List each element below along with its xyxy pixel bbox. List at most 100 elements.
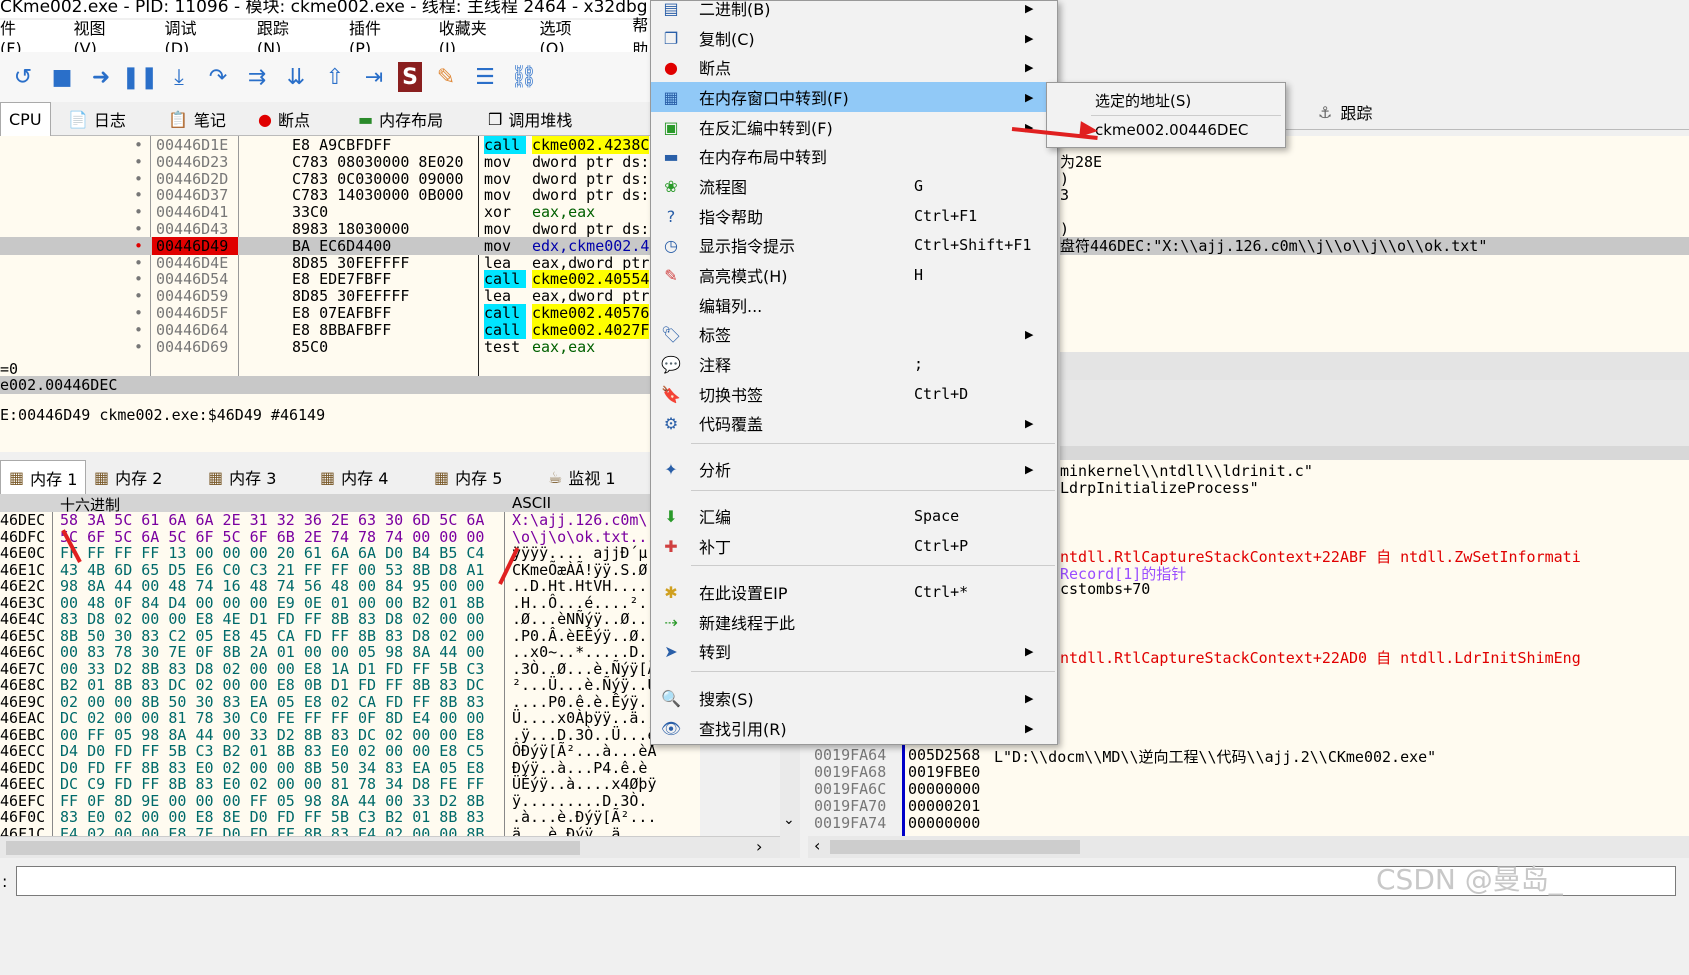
context-menu-item[interactable]: ➤ 转到 ▶ [651, 636, 1057, 666]
dump-hscrollbar[interactable]: › [0, 836, 780, 858]
tab-1[interactable]: 📄 日志 [60, 102, 134, 136]
watermark: CSDN @曼岛_ [1376, 863, 1563, 896]
context-menu-item[interactable]: 💬 注释; [651, 349, 1057, 379]
dump-ascii: CKmeÕæÀÃ!ÿÿ.S.Ø [512, 560, 648, 579]
context-menu-item[interactable]: ⚙ 代码覆盖 ▶ [651, 408, 1057, 438]
references-icon: 👁 [660, 718, 682, 738]
breakpoint-dot[interactable]: • [134, 220, 143, 238]
disasm-row[interactable]: • 00446D41 33C0 xor eax,eax [0, 203, 700, 221]
breakpoint-dot[interactable]: • [134, 203, 143, 221]
breakpoint-dot[interactable]: • [134, 321, 143, 339]
tab-mem-0[interactable]: ▦ 内存 1 [0, 460, 87, 494]
breakpoint-dot[interactable]: • [134, 237, 143, 255]
context-menu-item[interactable]: ❀ 流程图 G [651, 171, 1057, 201]
disassembly-view[interactable]: • 00446D1E E8 A9CBFDFF call ckme002.4238C • 00… [0, 136, 700, 380]
tab-mem-1[interactable]: ▦ 内存 2 [86, 460, 170, 494]
disasm-row[interactable]: • 00446D43 8983 18030000 mov dword ptr ds:[ [0, 220, 700, 238]
context-menu-item[interactable]: 👁 查找引用(R) ▶ [651, 713, 1057, 743]
tab-3[interactable]: ● 断点 [250, 102, 318, 136]
scroll-down-icon[interactable]: ⌄ [783, 812, 795, 828]
context-menu-item[interactable]: 编辑列... [651, 290, 1057, 320]
pause-icon[interactable]: ❚❚ [122, 62, 159, 92]
context-menu-item[interactable]: 🔍 搜索(S) ▶ [651, 683, 1057, 713]
disasm-row[interactable]: • 00446D59 8D85 30FEFFFF lea eax,dword ptr [0, 287, 700, 305]
context-menu-item[interactable]: ⬇ 汇编 Space [651, 501, 1057, 531]
disasm-row[interactable]: • 00446D4E 8D85 30FEFFFF lea eax,dword ptr [0, 254, 700, 272]
disasm-row[interactable]: • 00446D49 BA EC6D4400 mov edx,ckme002.44 [0, 236, 700, 255]
context-menu-item[interactable]: ✎ 高亮模式(H) H [651, 260, 1057, 290]
dump-hex: 5C 6F 5C 6A 5C 6F 5C 6F 6B 2E 74 78 74 0… [60, 527, 485, 546]
context-menu-item[interactable]: ⇢ 新建线程于此 [651, 607, 1057, 637]
breakpoint-dot[interactable]: • [134, 304, 143, 322]
breakpoint-dot[interactable]: • [134, 153, 143, 171]
dump-ascii: .Ø...èNÑýÿ..Ø.. [512, 610, 648, 628]
tab-trace[interactable]: ⚓ 跟踪 [1318, 94, 1372, 130]
call-stack-icon: ❒ [488, 109, 503, 129]
memory-icon: ▦ [208, 467, 224, 487]
context-menu-item[interactable]: ● 断点 ▶ [651, 52, 1057, 82]
stack-hscrollbar[interactable]: ‹ [808, 836, 1689, 858]
context-menu-item[interactable]: ✚ 补丁 Ctrl+P [651, 531, 1057, 561]
tab-mem-4[interactable]: ▦ 内存 5 [426, 460, 510, 494]
trace-into-icon[interactable]: ⇉ [242, 62, 272, 92]
context-menu-item[interactable]: 🔖 切换书签 Ctrl+D [651, 379, 1057, 409]
context-menu-item[interactable]: ▦ 在内存窗口中转到(F) ▶ [651, 82, 1057, 112]
submenu-item[interactable]: 选定的地址(S) [1047, 85, 1285, 115]
context-menu-item[interactable]: ▣ 在反汇编中转到(F) ▶ [651, 112, 1057, 142]
breakpoint-dot[interactable]: • [134, 270, 143, 288]
context-menu-item[interactable]: ❐ 复制(C) ▶ [651, 23, 1057, 53]
patch-icon[interactable]: ✎ [431, 62, 461, 92]
disasm-row[interactable]: • 00446D2D C783 0C030000 09000 mov dword ptr… [0, 170, 700, 188]
execute-till-return-icon[interactable]: ⇧ [320, 62, 350, 92]
disasm-row[interactable]: • 00446D54 E8 EDE7FBFF call ckme002.40554 [0, 270, 700, 289]
submenu-arrow-icon: ▶ [1025, 1, 1034, 15]
breakpoint-dot[interactable]: • [134, 170, 143, 188]
run-to-user-code-icon[interactable]: ⇥ [359, 62, 389, 92]
context-menu-item[interactable]: ▬ 在内存布局中转到 [651, 141, 1057, 171]
context-menu-item[interactable]: 🏷 标签 ▶ [651, 319, 1057, 349]
tab-2[interactable]: 📋 笔记 [160, 102, 234, 136]
tab-4[interactable]: ▬ 内存布局 [350, 102, 451, 136]
tab-mem-5[interactable]: ☕ 监视 1 [540, 460, 624, 494]
trace-over-icon[interactable]: ⇊ [281, 62, 311, 92]
run-icon[interactable]: ➜ [86, 62, 116, 92]
comment-icon[interactable]: ☰ [470, 62, 500, 92]
disasm-row[interactable]: • 00446D5F E8 07EAFBFF call ckme002.40576 [0, 304, 700, 322]
stack-view[interactable]: 0019FA64 005D2568 L"D:\\docm\\MD\\逆向工程\\代码… [808, 744, 1689, 844]
disasm-instruction: call ckme002.40554 [484, 270, 650, 289]
disasm-instruction: mov dword ptr ds:[ [484, 153, 658, 171]
disasm-row[interactable]: • 00446D1E E8 A9CBFDFF call ckme002.4238C [0, 136, 700, 154]
breakpoint-dot[interactable]: • [134, 136, 143, 154]
breakpoint-dot[interactable]: • [134, 338, 143, 356]
memory-goto-icon: ▦ [663, 87, 679, 107]
context-menu-item[interactable]: ? 指令帮助 Ctrl+F1 [651, 201, 1057, 231]
context-menu-label: 复制(C) [699, 30, 755, 49]
context-menu-shortcut: Ctrl+Shift+F1 [914, 236, 1032, 254]
tab-mem-2[interactable]: ▦ 内存 3 [200, 460, 284, 494]
memory-dump[interactable]: 46DEC 58 3A 5C 61 6A 6A 2E 31 32 36 2E 63… [0, 494, 700, 844]
disasm-row[interactable]: • 00446D69 85C0 test eax,eax [0, 338, 700, 356]
context-menu-item[interactable]: ✦ 分析 ▶ [651, 454, 1057, 484]
breakpoint-dot[interactable]: • [134, 186, 143, 204]
tab-mem-3[interactable]: ▦ 内存 4 [312, 460, 396, 494]
scroll-left-icon[interactable]: ‹ [814, 836, 820, 855]
tab-0[interactable]: CPU [0, 102, 51, 136]
step-into-icon[interactable]: ⤓ [164, 62, 194, 92]
link-icon[interactable]: ⛓ [509, 62, 539, 92]
disasm-row[interactable]: • 00446D64 E8 8BBAFBFF call ckme002.4027F [0, 320, 700, 339]
step-over-icon[interactable]: ↷ [203, 62, 233, 92]
context-menu-item[interactable]: ✱ 在此设置EIP Ctrl+* [651, 577, 1057, 607]
breakpoint-dot[interactable]: • [134, 254, 143, 272]
breakpoint-dot[interactable]: • [134, 287, 143, 305]
context-menu-item[interactable]: ◷ 显示指令提示 Ctrl+Shift+F1 [651, 230, 1057, 260]
restart-icon[interactable]: ↺ [8, 62, 38, 92]
tab-label: 内存布局 [379, 111, 444, 130]
stop-icon[interactable]: ■ [47, 62, 77, 92]
disasm-row[interactable]: • 00446D37 C783 14030000 0B000 mov dword ptr… [0, 186, 700, 204]
tab-5[interactable]: ❒ 调用堆栈 [480, 102, 580, 136]
scroll-right-icon[interactable]: › [756, 837, 762, 856]
dump-ascii: .à...è.Ðýÿ[Ã²... [512, 808, 657, 826]
context-menu-item[interactable]: ▤ 二进制(B) ▶ [651, 0, 1057, 23]
disasm-row[interactable]: • 00446D23 C783 08030000 8E020 mov dword ptr… [0, 153, 700, 171]
scylla-icon[interactable]: S [398, 62, 422, 92]
